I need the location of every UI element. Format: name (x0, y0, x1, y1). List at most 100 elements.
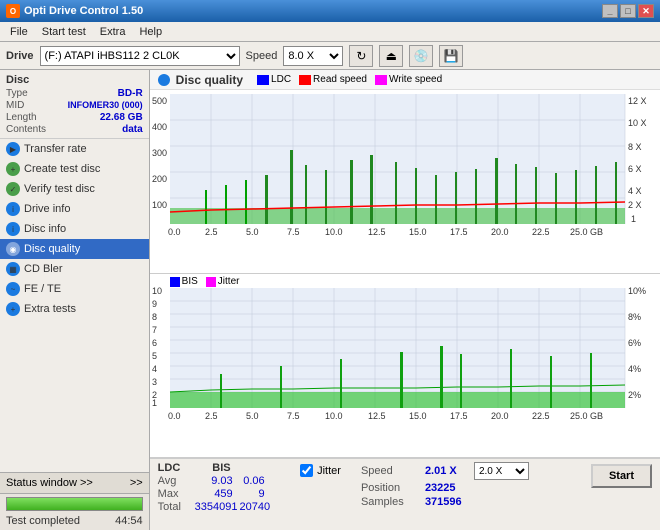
bis-legend-color (170, 277, 180, 287)
svg-text:1: 1 (631, 214, 636, 224)
menu-bar: File Start test Extra Help (0, 22, 660, 42)
svg-text:22.5: 22.5 (532, 227, 550, 237)
position-label: Position (361, 482, 421, 494)
svg-text:10 X: 10 X (628, 118, 647, 128)
jitter-checkbox[interactable] (300, 464, 313, 477)
eject-button[interactable]: ⏏ (379, 45, 403, 67)
svg-text:5.0: 5.0 (246, 227, 259, 237)
svg-text:20.0: 20.0 (491, 227, 509, 237)
maximize-button[interactable]: □ (620, 4, 636, 18)
refresh-button[interactable]: ↻ (349, 45, 373, 67)
drive-select[interactable]: (F:) ATAPI iHBS112 2 CL0K (40, 46, 240, 66)
sidebar-item-drive-info[interactable]: i Drive info (0, 199, 149, 219)
svg-text:12 X: 12 X (628, 96, 647, 106)
sidebar-item-transfer-rate[interactable]: ▶ Transfer rate (0, 139, 149, 159)
max-bis: 9 (235, 488, 265, 500)
content-area: Disc quality LDC Read speed Write speed (150, 70, 660, 530)
close-button[interactable]: ✕ (638, 4, 654, 18)
avg-label: Avg (158, 475, 193, 487)
stats-bar: LDC BIS Avg 9.03 0.06 Max 459 9 Total 33… (150, 458, 660, 530)
title-bar: O Opti Drive Control 1.50 _ □ ✕ (0, 0, 660, 22)
charts-area: 500 400 300 200 100 12 X 10 X 8 X 6 X 4 … (150, 90, 660, 458)
start-button[interactable]: Start (591, 464, 652, 488)
svg-text:3: 3 (152, 377, 157, 387)
svg-text:2.5: 2.5 (205, 227, 218, 237)
progress-bar-fill (7, 498, 142, 510)
sidebar-item-extra-tests[interactable]: + Extra tests (0, 299, 149, 319)
svg-text:2%: 2% (628, 390, 641, 400)
svg-text:17.5: 17.5 (450, 227, 468, 237)
svg-text:0.0: 0.0 (168, 227, 181, 237)
sidebar-item-create-test-disc[interactable]: + Create test disc (0, 159, 149, 179)
save-button[interactable]: 💾 (439, 45, 463, 67)
svg-text:2.5: 2.5 (205, 411, 218, 421)
minimize-button[interactable]: _ (602, 4, 618, 18)
svg-text:25.0 GB: 25.0 GB (570, 411, 603, 421)
sidebar: Disc TypeBD-R MIDINFOMER30 (000) Length2… (0, 70, 150, 530)
svg-text:17.5: 17.5 (450, 411, 468, 421)
svg-text:5: 5 (152, 351, 157, 361)
app-title: Opti Drive Control 1.50 (24, 5, 143, 17)
svg-text:22.5: 22.5 (532, 411, 550, 421)
sidebar-item-verify-test-disc[interactable]: ✓ Verify test disc (0, 179, 149, 199)
ldc-chart-svg: 500 400 300 200 100 12 X 10 X 8 X 6 X 4 … (150, 90, 660, 273)
svg-text:500: 500 (152, 96, 167, 106)
ldc-chart: 500 400 300 200 100 12 X 10 X 8 X 6 X 4 … (150, 90, 660, 274)
speed-stat-select[interactable]: 2.0 X (474, 462, 529, 480)
svg-text:20.0: 20.0 (491, 411, 509, 421)
disc-section: Disc TypeBD-R MIDINFOMER30 (000) Length2… (0, 70, 149, 139)
svg-text:10.0: 10.0 (325, 227, 343, 237)
writespeed-legend-color (375, 75, 387, 85)
menu-extra[interactable]: Extra (94, 25, 132, 39)
svg-text:8%: 8% (628, 312, 641, 322)
position-value: 23225 (425, 482, 456, 494)
disc-quality-header: Disc quality LDC Read speed Write speed (150, 70, 660, 90)
svg-text:15.0: 15.0 (409, 411, 427, 421)
svg-text:8: 8 (152, 312, 157, 322)
svg-text:15.0: 15.0 (409, 227, 427, 237)
speed-stat-value: 2.01 X (425, 465, 470, 477)
sidebar-item-disc-info[interactable]: i Disc info (0, 219, 149, 239)
total-bis: 20740 (240, 501, 271, 513)
ldc-col-header: LDC (158, 462, 181, 474)
svg-text:300: 300 (152, 148, 167, 158)
menu-file[interactable]: File (4, 25, 34, 39)
sidebar-item-cd-bler[interactable]: ▦ CD Bler (0, 259, 149, 279)
app-icon: O (6, 4, 20, 18)
jitter-label: Jitter (317, 465, 341, 477)
bis-col-header: BIS (212, 462, 230, 474)
burn-button[interactable]: 💿 (409, 45, 433, 67)
svg-text:4%: 4% (628, 364, 641, 374)
ldc-legend-color (257, 75, 269, 85)
speed-select[interactable]: 8.0 X (283, 46, 343, 66)
svg-text:12.5: 12.5 (368, 227, 386, 237)
progress-bar-container (0, 494, 149, 514)
samples-label: Samples (361, 496, 421, 508)
svg-text:7.5: 7.5 (287, 411, 300, 421)
disc-title: Disc (6, 74, 143, 86)
svg-text:6%: 6% (628, 338, 641, 348)
svg-text:7: 7 (152, 325, 157, 335)
total-ldc: 3354091 (195, 501, 238, 513)
sidebar-item-fe-te[interactable]: ~ FE / TE (0, 279, 149, 299)
menu-help[interactable]: Help (133, 25, 168, 39)
sidebar-item-disc-quality[interactable]: ◉ Disc quality (0, 239, 149, 259)
avg-bis: 0.06 (235, 475, 265, 487)
status-message: Test completed (6, 515, 80, 527)
avg-ldc: 9.03 (195, 475, 233, 487)
readspeed-legend-label: Read speed (313, 74, 367, 85)
svg-text:6 X: 6 X (628, 164, 642, 174)
menu-start-test[interactable]: Start test (36, 25, 92, 39)
svg-text:4: 4 (152, 364, 157, 374)
svg-text:1: 1 (152, 398, 157, 408)
samples-value: 371596 (425, 496, 462, 508)
status-window-button[interactable]: Status window >> >> (0, 473, 149, 494)
ldc-legend-label: LDC (271, 74, 291, 85)
bis-chart: BIS Jitter 10 9 8 7 6 5 4 3 (150, 274, 660, 458)
svg-text:25.0 GB: 25.0 GB (570, 227, 603, 237)
svg-text:12.5: 12.5 (368, 411, 386, 421)
svg-text:10: 10 (152, 286, 162, 296)
status-text-row: Test completed 44:54 (0, 514, 149, 530)
bis-legend-label: BIS (182, 276, 198, 287)
svg-text:2 X: 2 X (628, 200, 642, 210)
